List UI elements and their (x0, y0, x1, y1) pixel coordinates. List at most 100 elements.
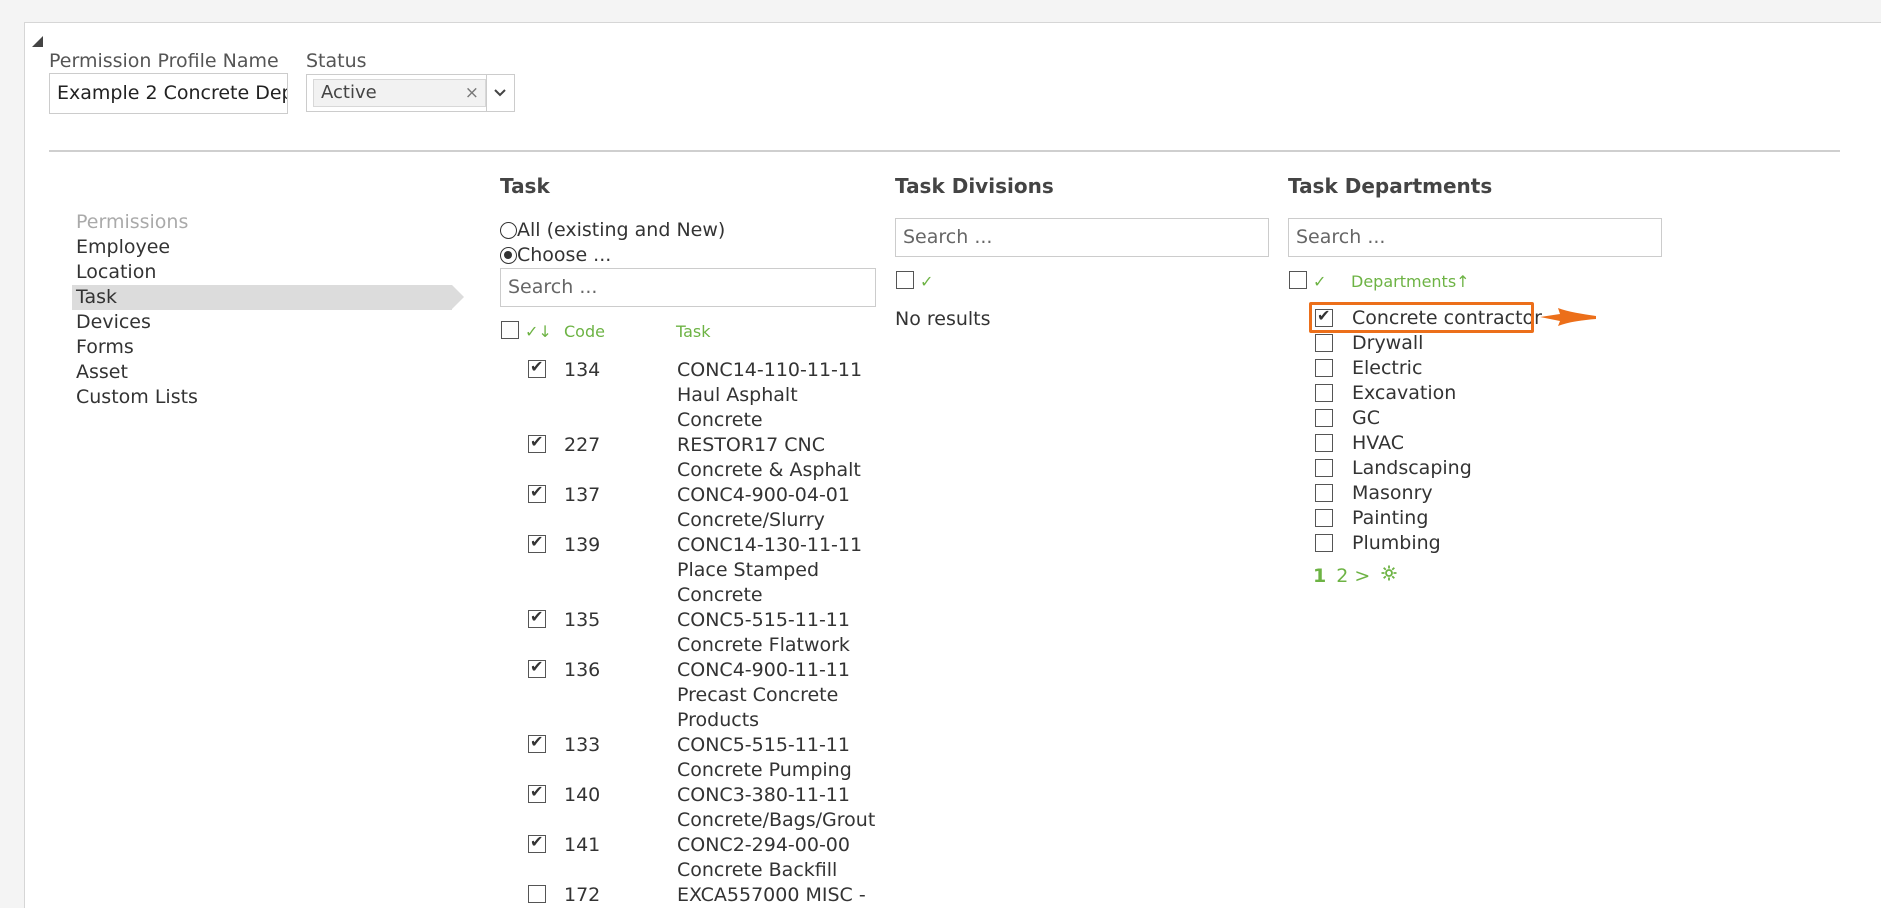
callout-arrow-icon (1540, 308, 1596, 326)
department-label: Drywall (1352, 332, 1424, 354)
department-checkbox[interactable] (1315, 334, 1333, 352)
radio-all-existing-new[interactable]: All (existing and New) (500, 218, 725, 243)
nav-item-location[interactable]: Location (72, 260, 464, 285)
nav-header-permissions: Permissions (76, 211, 189, 233)
task-row-checkbox[interactable] (528, 732, 546, 753)
task-name: CONC3-380-11-11 Concrete/Bags/Grout (677, 784, 876, 831)
radio-selected-icon[interactable] (500, 247, 517, 264)
department-label: Electric (1352, 357, 1423, 379)
header-divider (49, 150, 1840, 152)
task-row-checkbox[interactable] (528, 607, 546, 628)
department-checkbox[interactable] (1315, 384, 1333, 402)
status-value: Active (321, 82, 377, 103)
task-name: RESTOR17 CNC Concrete & Asphalt (677, 434, 861, 481)
divisions-search-input[interactable]: Search ... (895, 218, 1269, 257)
task-code: 172 (564, 884, 601, 906)
department-label: HVAC (1352, 432, 1404, 454)
task-row-checkbox[interactable] (528, 885, 546, 903)
task-name: CONC4-900-11-11 Precast Concrete Product… (677, 659, 850, 731)
task-name: CONC4-900-04-01 Concrete/Slurry (677, 484, 850, 531)
task-code: 140 (564, 784, 601, 806)
department-label: Painting (1352, 507, 1429, 529)
pager-current-page[interactable]: 1 (1313, 565, 1326, 587)
radio-choose-label: Choose ... (517, 244, 612, 266)
task-row-checkbox[interactable] (528, 357, 546, 378)
task-code: 227 (564, 434, 601, 456)
divisions-check-header[interactable]: ✓ (920, 272, 933, 291)
nav-item-custom-lists[interactable]: Custom Lists (72, 385, 464, 410)
department-label: Excavation (1352, 382, 1457, 404)
department-checkbox[interactable] (1315, 434, 1333, 452)
departments-pager: 1 2 > (1313, 564, 1398, 587)
nav-item-asset[interactable]: Asset (72, 360, 464, 385)
department-checkbox[interactable] (1315, 509, 1333, 527)
department-checkbox[interactable] (1315, 459, 1333, 477)
list-item: Masonry (1314, 481, 1554, 506)
task-code: 137 (564, 484, 601, 506)
status-clear-icon[interactable]: × (465, 80, 479, 106)
task-row-checkbox[interactable] (528, 532, 546, 553)
status-label: Status (306, 50, 367, 72)
task-name-header[interactable]: Task (676, 322, 711, 341)
task-code: 135 (564, 609, 601, 631)
task-code: 134 (564, 359, 601, 381)
task-row-checkbox[interactable] (528, 782, 546, 803)
task-row-checkbox[interactable] (528, 832, 546, 853)
task-column-title: Task (500, 174, 550, 198)
task-search-input[interactable]: Search ... (500, 268, 876, 307)
task-code: 136 (564, 659, 601, 681)
task-row-checkbox[interactable] (528, 432, 546, 453)
departments-name-header[interactable]: Departments↑ (1351, 272, 1470, 291)
task-code: 141 (564, 834, 601, 856)
department-checkbox[interactable] (1315, 484, 1333, 502)
task-divisions-title: Task Divisions (895, 174, 1054, 198)
nav-item-task[interactable]: Task (72, 285, 464, 310)
task-departments-title: Task Departments (1288, 174, 1493, 198)
task-name: CONC14-110-11-11 Haul Asphalt Concrete (677, 359, 863, 431)
department-checkbox[interactable] (1315, 409, 1333, 427)
department-checkbox[interactable] (1315, 534, 1333, 552)
task-row-checkbox[interactable] (528, 482, 546, 503)
radio-choose[interactable]: Choose ... (500, 243, 611, 268)
task-select-all-checkbox[interactable] (501, 321, 519, 339)
callout-highlight-box (1309, 302, 1534, 333)
profile-name-input[interactable]: Example 2 Concrete Depa (49, 73, 288, 114)
task-sort-check-header[interactable]: ✓↓ (525, 322, 552, 341)
radio-all-label: All (existing and New) (517, 219, 726, 241)
permission-profile-panel (24, 22, 1881, 908)
task-name: EXCA557000 MISC - (677, 884, 866, 906)
department-checkbox[interactable] (1315, 359, 1333, 377)
list-item: Painting (1314, 506, 1554, 531)
department-label: GC (1352, 407, 1380, 429)
divisions-no-results: No results (895, 308, 991, 330)
gear-icon[interactable] (1380, 564, 1398, 587)
task-name: CONC14-130-11-11 Place Stamped Concrete (677, 534, 863, 606)
departments-check-header[interactable]: ✓ (1313, 272, 1326, 291)
collapse-toggle-icon[interactable] (32, 36, 43, 47)
list-item: Drywall (1314, 331, 1554, 356)
list-item: Landscaping (1314, 456, 1554, 481)
departments-search-input[interactable]: Search ... (1288, 218, 1662, 257)
status-selected-pill: Active × (313, 79, 486, 107)
nav-item-employee[interactable]: Employee (72, 235, 464, 260)
department-label: Plumbing (1352, 532, 1441, 554)
permissions-nav: Permissions Employee Location Task Devic… (72, 210, 464, 410)
status-select[interactable]: Active × (306, 74, 515, 112)
task-name: CONC5-515-11-11 Concrete Flatwork (677, 609, 850, 656)
list-item: Excavation (1314, 381, 1554, 406)
nav-item-forms[interactable]: Forms (72, 335, 464, 360)
task-code: 133 (564, 734, 601, 756)
department-label: Masonry (1352, 482, 1433, 504)
list-item: HVAC (1314, 431, 1554, 456)
list-item: Plumbing (1314, 531, 1554, 556)
radio-icon[interactable] (500, 222, 517, 239)
divisions-select-all-checkbox[interactable] (896, 271, 914, 289)
task-code-header[interactable]: Code (564, 322, 605, 341)
departments-select-all-checkbox[interactable] (1289, 271, 1307, 289)
nav-item-devices[interactable]: Devices (72, 310, 464, 335)
chevron-down-icon[interactable] (486, 75, 512, 111)
profile-name-label: Permission Profile Name (49, 50, 279, 72)
pager-next-page[interactable]: 2 > (1336, 565, 1370, 587)
task-row-checkbox[interactable] (528, 657, 546, 678)
task-name: CONC5-515-11-11 Concrete Pumping (677, 734, 852, 781)
